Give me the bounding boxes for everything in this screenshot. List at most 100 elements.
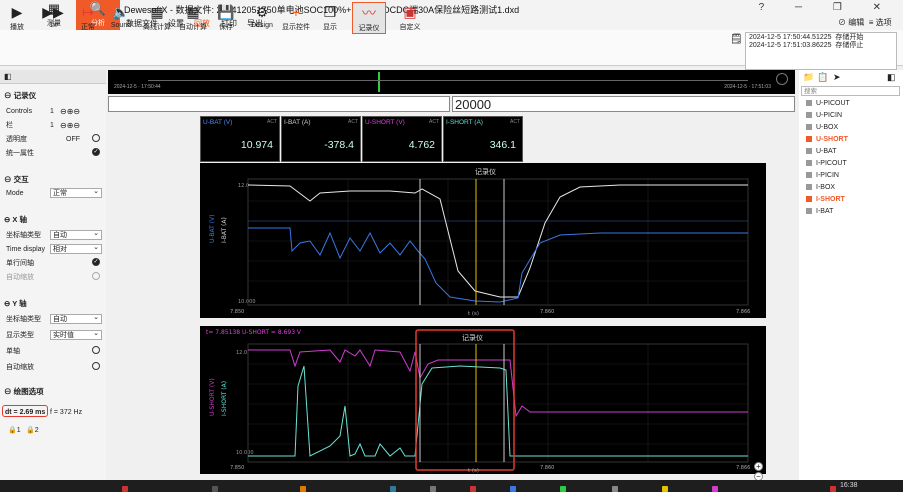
channel-item[interactable]: I-SHORT [806, 194, 845, 205]
time-display-select[interactable]: 相对 [50, 243, 102, 254]
save-button[interactable]: 💾 保存 [214, 2, 238, 32]
taskbar-app-icon[interactable] [560, 486, 566, 492]
folder-icon[interactable]: 📁 [803, 72, 814, 83]
meter-act: ACT [429, 119, 439, 125]
taskbar-app-icon[interactable] [662, 486, 668, 492]
taskbar-app-icon[interactable] [122, 486, 128, 492]
panel-toggle-icon[interactable]: ◧ [887, 72, 896, 83]
taskbar-app-icon[interactable] [390, 486, 396, 492]
y-autoscale-toggle[interactable] [92, 362, 100, 370]
clock-icon[interactable] [776, 73, 788, 85]
left-panel-header: ◧ [0, 70, 106, 84]
taskbar-app-icon[interactable] [212, 486, 218, 492]
calculator-icon: ▦ [150, 4, 164, 20]
lock-1[interactable]: 🔒1 [8, 426, 21, 434]
single-time-axis-check[interactable]: ✓ [92, 258, 100, 266]
auto-calc-button[interactable]: ▦ 自动计算 [176, 2, 210, 32]
channel-item[interactable]: U-PICOUT [806, 98, 850, 109]
section-y-title: Y 轴 [12, 299, 27, 308]
taskbar-app-icon[interactable] [430, 486, 436, 492]
display-widgets-button[interactable]: + 显示控件 [280, 2, 312, 32]
notes-icon[interactable]: 🗒 [730, 34, 743, 45]
lock-2[interactable]: 🔒2 [26, 426, 39, 434]
taskbar-app-icon[interactable] [712, 486, 718, 492]
channel-item[interactable]: I-PICOUT [806, 158, 847, 169]
panel-toggle-icon[interactable]: ◧ [4, 72, 12, 81]
channel-label: U-BOX [816, 124, 839, 131]
recorder-button[interactable]: 〰记录仪 [352, 2, 386, 34]
meter-value: 4.762 [408, 139, 435, 151]
transparency-value[interactable]: OFF [66, 134, 80, 145]
meter-act: ACT [348, 119, 358, 125]
meter-value: 346.1 [489, 139, 516, 151]
x-axis-type-select[interactable]: 自动 [50, 229, 102, 240]
normal-button[interactable]: ↦ 正常 [74, 2, 102, 32]
sound-button[interactable]: 🔈 Sound [108, 2, 134, 29]
channel-item[interactable]: U-BOX [806, 122, 838, 133]
edit-options-bar[interactable]: ⊘ 编辑 ≡ 选项 [838, 17, 892, 28]
x-tick-mid: 7.860 [540, 465, 554, 471]
channel-item[interactable]: U-PICIN [806, 110, 842, 121]
taskbar-app-icon[interactable] [300, 486, 306, 492]
channel-item[interactable]: I-BOX [806, 182, 835, 193]
taskbar-app-icon[interactable] [612, 486, 618, 492]
channel-item[interactable]: U-SHORT [806, 134, 848, 145]
event-log: 2024-12-5 17:50:44.51225 存储开始 2024-12-5 … [745, 32, 897, 70]
search-input[interactable] [108, 96, 450, 112]
taskbar-app-icon[interactable] [470, 486, 476, 492]
grid-lines [248, 179, 748, 305]
timeline-overview[interactable]: 2024-12-5 · 17:50:44 2024-12-5 · 17:51:0… [108, 70, 795, 94]
channel-item[interactable]: I-PICIN [806, 170, 839, 181]
edit-button[interactable]: 编辑 [848, 18, 864, 27]
timeline-start: 2024-12-5 · 17:50:44 [114, 84, 161, 90]
section-x-title: X 轴 [12, 215, 27, 224]
speed-button[interactable]: ▶▶ 1x [40, 2, 66, 29]
channel-swatch [806, 136, 812, 143]
zoom-in-icon[interactable]: + [754, 462, 763, 471]
recorder-chart-battery[interactable]: 记录仪 U-BAT (V) I-BAT (A) 12.0 10.000 7.85… [200, 163, 766, 318]
play-button[interactable]: ▶ 播放 [4, 2, 30, 32]
samples-input[interactable]: 20000 [452, 96, 795, 112]
timeline-cursor[interactable] [378, 72, 380, 92]
stepper-buttons[interactable]: ⊖⊕⊖ [60, 106, 80, 117]
taskbar-app-icon[interactable] [510, 486, 516, 492]
y-axis-type-select[interactable]: 自动 [50, 313, 102, 324]
clipboard-icon[interactable]: 📋 [817, 72, 828, 83]
meter-title: U-BAT (V) [203, 119, 233, 126]
meter-i-short[interactable]: I-SHORT (A) ACT 346.1 [443, 116, 523, 162]
channel-search-input[interactable]: 搜索 [801, 86, 900, 96]
recorder-chart-short[interactable]: t= 7.85138 U-SHORT = 8.693 V 记录仪 U-SHORT… [200, 326, 766, 474]
y-autoscale-label: 自动缩放 [6, 364, 34, 371]
meter-value: -378.4 [324, 139, 354, 151]
meter-u-short[interactable]: U-SHORT (V) ACT 4.762 [362, 116, 442, 162]
window-controls[interactable]: ? ─ ❐ ✕ [759, 2, 895, 13]
i-short-trace [248, 365, 748, 457]
y-axis-type-row: 坐标轴类型 自动 [6, 313, 102, 325]
single-axis-toggle[interactable] [92, 346, 100, 354]
event-log-row: 2024-12-5 17:50:44.51225 存储开始 [749, 34, 893, 42]
unified-props-check[interactable]: ✓ [92, 148, 100, 156]
section-interaction-title: 交互 [13, 175, 29, 184]
mode-select[interactable]: 正常 [50, 187, 102, 198]
custom-button[interactable]: ▣ 自定义 [396, 2, 424, 32]
meter-i-bat[interactable]: I-BAT (A) ACT -378.4 [281, 116, 361, 162]
taskbar-app-icon[interactable] [830, 486, 836, 492]
channel-item[interactable]: U-BAT [806, 146, 836, 157]
transparency-toggle[interactable] [92, 134, 100, 142]
meter-u-bat[interactable]: U-BAT (V) ACT 10.974 [200, 116, 280, 162]
chart-canvas[interactable]: 记录仪 U-BAT (V) I-BAT (A) 12.0 10.000 7.85… [200, 163, 766, 318]
y-tick-top: 12.0 [238, 183, 249, 189]
design-button[interactable]: ⚙ Design [250, 2, 274, 29]
pointer-icon[interactable]: ➤ [833, 72, 841, 83]
stepper-buttons[interactable]: ⊖⊕⊖ [60, 120, 80, 131]
channel-item[interactable]: I-BAT [806, 206, 833, 217]
x-autoscale-toggle[interactable] [92, 272, 100, 280]
lock-icon: 🔒 [26, 427, 35, 434]
offline-calc-button[interactable]: ▦ 离线计算 [140, 2, 174, 32]
channel-swatch [806, 208, 812, 215]
display-type-select[interactable]: 实时值 [50, 329, 102, 340]
chart-canvas[interactable]: t= 7.85138 U-SHORT = 8.693 V 记录仪 U-SHORT… [200, 326, 766, 474]
options-button[interactable]: 选项 [876, 18, 892, 27]
x-tick-start: 7.850 [230, 309, 244, 315]
display-button[interactable]: ❐ 显示 [318, 2, 342, 32]
